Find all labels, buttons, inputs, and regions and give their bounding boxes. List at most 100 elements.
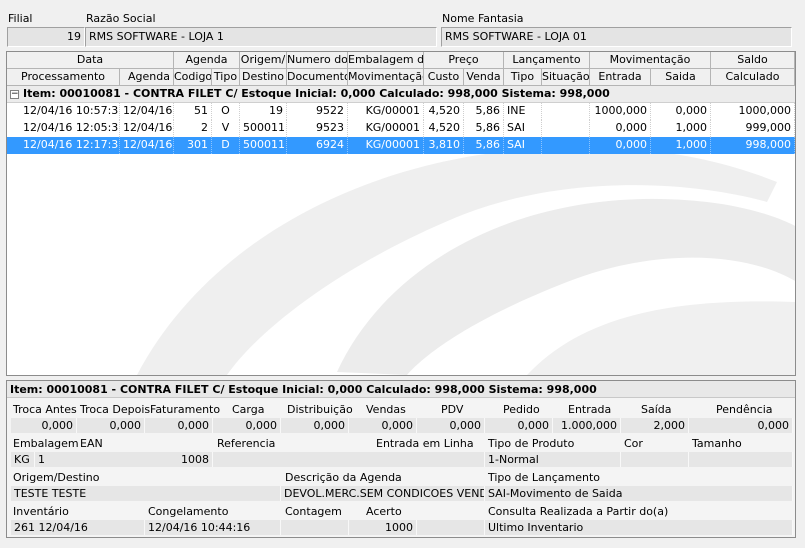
acerto-blank — [417, 520, 485, 535]
origem-destino-value: TESTE TESTE — [11, 486, 281, 501]
col-group-movimentacao[interactable]: Movimentação — [590, 52, 711, 69]
cell-tipo: D — [212, 137, 240, 154]
col-saida[interactable]: Saida — [651, 69, 711, 86]
collapse-icon[interactable]: − — [10, 90, 19, 99]
nome-fantasia-label: Nome Fantasia — [442, 12, 524, 25]
stat-value-entrada: 1.000,000 — [553, 418, 621, 433]
contagem-value — [281, 520, 349, 535]
col-codigo[interactable]: Codigo — [174, 69, 212, 86]
col-tipo[interactable]: Tipo — [212, 69, 240, 86]
col-group-origem[interactable]: Origem/ — [240, 52, 287, 69]
tamanho-value — [689, 452, 793, 467]
consulta-label: Consulta Realizada a Partir do(a) — [488, 505, 669, 518]
cell-tipo: O — [212, 103, 240, 120]
embalagem-unit-value: KG — [11, 452, 35, 467]
stat-label-carga: Carga — [232, 403, 265, 416]
col-lancamento-tipo[interactable]: Tipo — [504, 69, 542, 86]
details-title: Item: 00010081 - CONTRA FILET C/ Estoque… — [7, 381, 795, 398]
col-group-data[interactable]: Data — [7, 52, 174, 69]
cell-lancamento-tipo: INE — [504, 103, 542, 120]
table-row-selected[interactable]: 12/04/16 12:17:39 12/04/16 301 D 500011 … — [7, 137, 795, 154]
col-venda[interactable]: Venda — [464, 69, 504, 86]
col-situacao[interactable]: Situação — [542, 69, 590, 86]
col-custo[interactable]: Custo — [424, 69, 464, 86]
cell-custo: 4,520 — [424, 120, 464, 137]
congelamento-value: 12/04/16 10:44:16 — [145, 520, 281, 535]
col-calculado[interactable]: Calculado — [711, 69, 795, 86]
origem-destino-label: Origem/Destino — [13, 471, 100, 484]
cell-entrada: 0,000 — [590, 120, 651, 137]
group-row-label: Item: 00010081 - CONTRA FILET C/ Estoque… — [23, 87, 610, 100]
col-group-preco[interactable]: Preço — [424, 52, 504, 69]
col-group-agenda[interactable]: Agenda — [174, 52, 240, 69]
cell-tipo: V — [212, 120, 240, 137]
tipo-lancamento-label: Tipo de Lançamento — [488, 471, 601, 484]
stat-label-pendencia: Pendência — [716, 403, 773, 416]
referencia-label: Referencia — [217, 437, 276, 450]
col-group-numero[interactable]: Numero do — [287, 52, 348, 69]
stat-label-troca-depois: Troca Depois — [80, 403, 151, 416]
cell-saida: 0,000 — [651, 103, 711, 120]
cell-saida: 1,000 — [651, 120, 711, 137]
stat-label-vendas: Vendas — [366, 403, 406, 416]
cell-codigo: 2 — [174, 120, 212, 137]
cell-custo: 3,810 — [424, 137, 464, 154]
stat-label-saida: Saída — [641, 403, 672, 416]
acerto-label: Acerto — [366, 505, 402, 518]
stat-value-pdv: 0,000 — [417, 418, 485, 433]
cell-situacao — [542, 103, 590, 120]
referencia-value: 1008 — [109, 452, 213, 467]
col-entrada[interactable]: Entrada — [590, 69, 651, 86]
col-group-saldo[interactable]: Saldo — [711, 52, 795, 69]
ean-label: EAN — [80, 437, 103, 450]
consulta-value: Ultimo Inventario — [485, 520, 793, 535]
col-group-lancamento[interactable]: Lançamento — [504, 52, 590, 69]
col-processamento[interactable]: Processamento — [7, 69, 120, 86]
cell-lancamento-tipo: SAI — [504, 137, 542, 154]
razao-social-field[interactable]: RMS SOFTWARE - LOJA 1 — [85, 27, 437, 47]
cell-calculado: 1000,000 — [711, 103, 795, 120]
cell-processamento: 12/04/16 12:17:39 — [7, 137, 120, 154]
nome-fantasia-field[interactable]: RMS SOFTWARE - LOJA 01 — [441, 27, 792, 47]
stat-label-pdv: PDV — [441, 403, 464, 416]
movement-grid[interactable]: Data Agenda Origem/ Numero do Embalagem … — [6, 51, 796, 376]
filial-field[interactable]: 19 — [7, 27, 85, 47]
cell-situacao — [542, 120, 590, 137]
contagem-label: Contagem — [285, 505, 342, 518]
cell-destino: 500011 — [240, 137, 287, 154]
tipo-lancamento-value: SAI-Movimento de Saida — [485, 486, 793, 501]
embalagem-label: Embalagem — [13, 437, 79, 450]
stat-label-distribuicao: Distribuição — [287, 403, 353, 416]
stat-value-pedido: 0,000 — [485, 418, 553, 433]
cell-custo: 4,520 — [424, 103, 464, 120]
cell-entrada: 0,000 — [590, 137, 651, 154]
cell-processamento: 12/04/16 10:57:38 — [7, 103, 120, 120]
congelamento-label: Congelamento — [148, 505, 229, 518]
col-documento[interactable]: Documento — [287, 69, 348, 86]
stat-value-faturamento: 0,000 — [145, 418, 213, 433]
item-details-panel: Item: 00010081 - CONTRA FILET C/ Estoque… — [6, 380, 796, 538]
group-row-item[interactable]: − Item: 00010081 - CONTRA FILET C/ Estoq… — [7, 86, 795, 103]
cell-destino: 500011 — [240, 120, 287, 137]
filial-label: Filial — [8, 12, 33, 25]
stat-value-pendencia: 0,000 — [689, 418, 793, 433]
col-agenda[interactable]: Agenda — [120, 69, 174, 86]
descricao-agenda-label: Descrição da Agenda — [285, 471, 402, 484]
table-row[interactable]: 12/04/16 10:57:38 12/04/16 51 O 19 9522 … — [7, 103, 795, 120]
stat-value-troca-depois: 0,000 — [77, 418, 145, 433]
cell-agenda: 12/04/16 — [120, 137, 174, 154]
stat-label-pedido: Pedido — [503, 403, 540, 416]
cell-entrada: 1000,000 — [590, 103, 651, 120]
tipo-produto-label: Tipo de Produto — [488, 437, 575, 450]
col-group-embalagem[interactable]: Embalagem de — [348, 52, 424, 69]
stat-label-troca-antes: Troca Antes — [13, 403, 77, 416]
inventario-label: Inventário — [13, 505, 69, 518]
table-row[interactable]: 12/04/16 12:05:33 12/04/16 2 V 500011 95… — [7, 120, 795, 137]
cell-lancamento-tipo: SAI — [504, 120, 542, 137]
col-destino[interactable]: Destino — [240, 69, 287, 86]
acerto-value: 1000 — [349, 520, 417, 535]
cell-calculado: 999,000 — [711, 120, 795, 137]
stat-label-faturamento: Faturamento — [150, 403, 221, 416]
stat-value-distribuicao: 0,000 — [281, 418, 349, 433]
col-embalagem[interactable]: Movimentação — [348, 69, 424, 86]
